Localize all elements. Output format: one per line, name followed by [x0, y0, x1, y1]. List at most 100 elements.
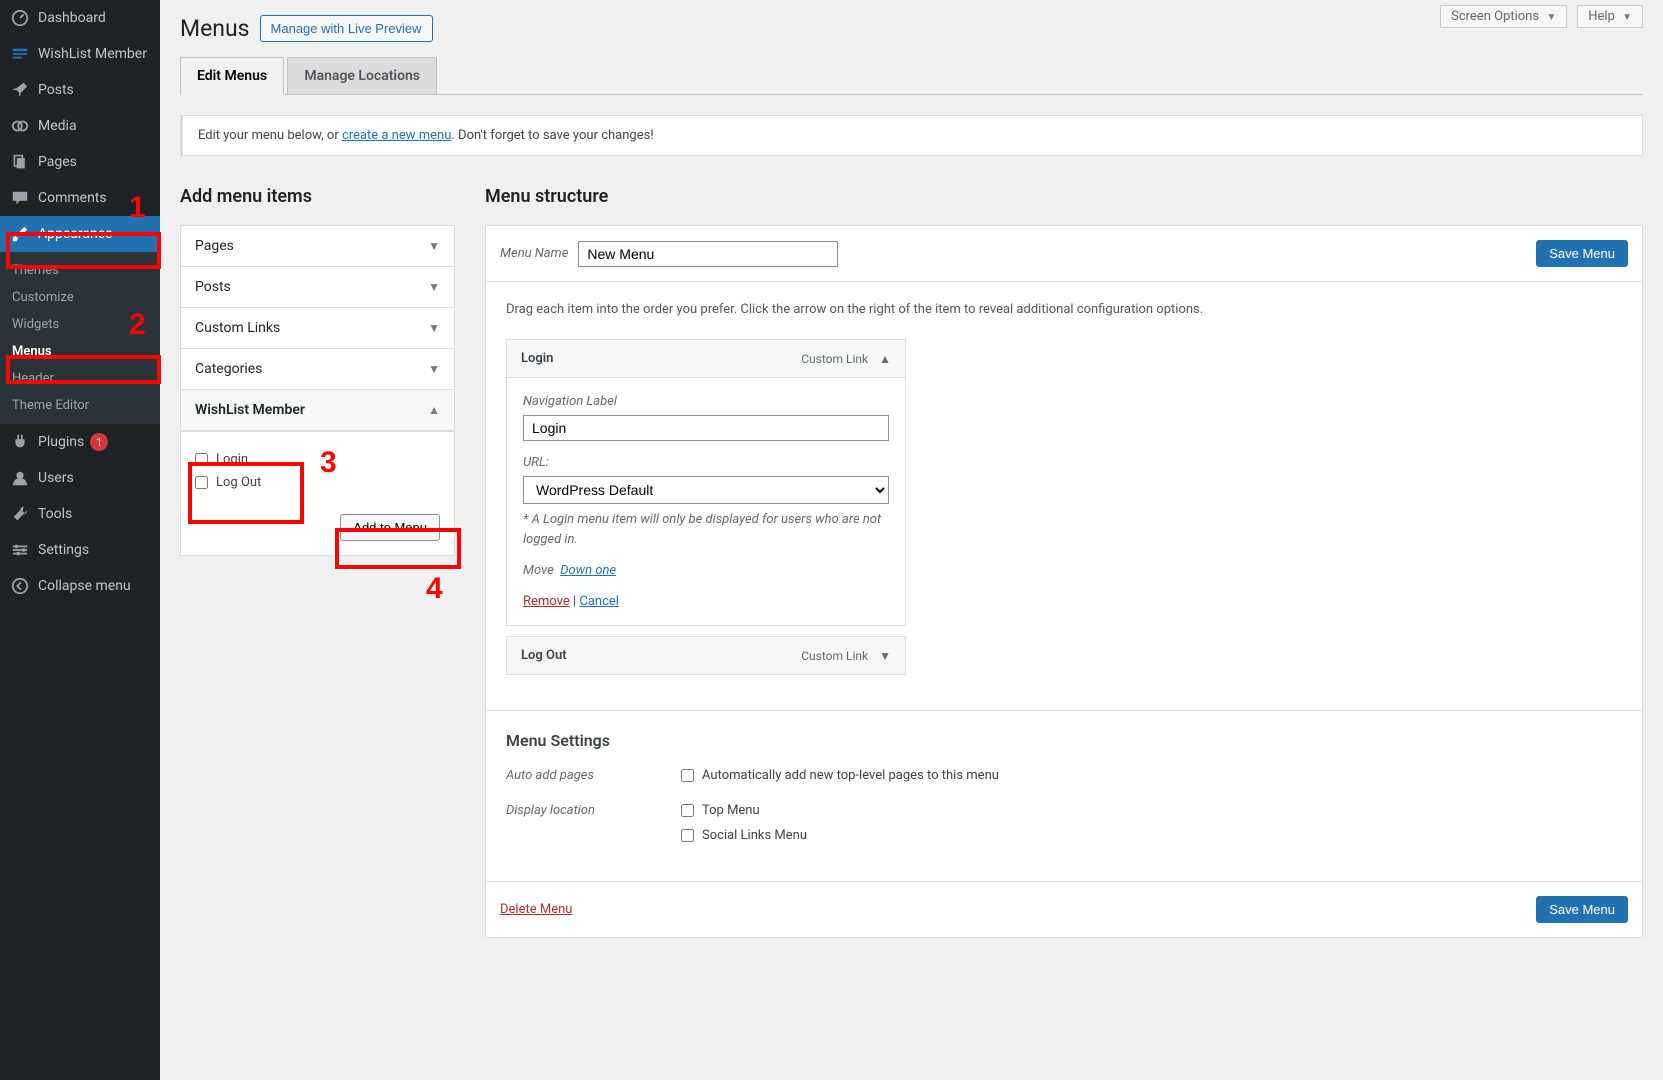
help-toggle[interactable]: Help ▼ [1577, 5, 1643, 28]
caret-down-icon: ▼ [1546, 12, 1556, 23]
create-new-menu-link[interactable]: create a new menu [342, 128, 451, 143]
sidebar-label: Tools [38, 506, 72, 522]
menu-name-input[interactable] [578, 241, 838, 267]
sidebar-label: Users [38, 470, 74, 486]
move-label: Move [523, 563, 554, 578]
sidebar-item-tools[interactable]: Tools [0, 496, 160, 532]
screen-options-toggle[interactable]: Screen Options ▼ [1440, 5, 1567, 28]
settings-icon [10, 540, 30, 560]
sidebar-item-comments[interactable]: Comments [0, 180, 160, 216]
sub-header[interactable]: Header [0, 365, 160, 392]
menu-item-title: Log Out [521, 648, 567, 663]
tab-manage-locations[interactable]: Manage Locations [287, 57, 437, 95]
caret-down-icon: ▼ [428, 321, 440, 335]
pages-icon [10, 152, 30, 172]
sidebar-item-posts[interactable]: Posts [0, 72, 160, 108]
wishlist-icon [10, 44, 30, 64]
sub-menus[interactable]: Menus [0, 338, 160, 365]
acc-label: Categories [195, 361, 262, 377]
tab-edit-menus[interactable]: Edit Menus [180, 57, 284, 95]
logout-checkbox[interactable] [195, 476, 208, 489]
display-loc-social[interactable]: Social Links Menu [681, 826, 807, 851]
menu-structure-column: Menu structure Menu Name Save Menu Drag … [485, 186, 1643, 938]
sidebar-item-collapse[interactable]: Collapse menu [0, 568, 160, 604]
nav-label-caption: Navigation Label [523, 394, 889, 409]
login-checkbox[interactable] [195, 453, 208, 466]
wlm-option-label: Log Out [216, 475, 261, 490]
auto-add-checkbox[interactable] [681, 769, 694, 782]
display-loc-top[interactable]: Top Menu [681, 801, 807, 826]
save-menu-button[interactable]: Save Menu [1536, 240, 1628, 267]
auto-add-option[interactable]: Automatically add new top-level pages to… [681, 766, 999, 791]
menu-item-login: Login Custom Link ▲ Navigation Label URL… [506, 339, 906, 626]
help-label: Help [1588, 9, 1615, 24]
menu-item-settings: Navigation Label URL: WordPress Default … [506, 378, 906, 626]
cancel-link[interactable]: Cancel [579, 594, 619, 609]
media-icon [10, 116, 30, 136]
top-menu-checkbox[interactable] [681, 804, 694, 817]
menu-item-bar[interactable]: Log Out Custom Link ▼ [506, 636, 906, 675]
sub-theme-editor[interactable]: Theme Editor [0, 392, 160, 419]
sidebar-label: WishList Member [38, 46, 147, 62]
menu-item-type: Custom Link [801, 352, 868, 366]
nav-tabs: Edit Menus Manage Locations [180, 57, 1643, 95]
wlm-option-logout[interactable]: Log Out [195, 471, 440, 494]
auto-add-label: Auto add pages [506, 766, 681, 791]
save-menu-button-footer[interactable]: Save Menu [1536, 896, 1628, 923]
sub-widgets[interactable]: Widgets [0, 311, 160, 338]
social-menu-checkbox[interactable] [681, 829, 694, 842]
caret-down-icon: ▼ [428, 280, 440, 294]
sidebar-item-wishlist[interactable]: WishList Member [0, 36, 160, 72]
sidebar-item-settings[interactable]: Settings [0, 532, 160, 568]
sub-themes[interactable]: Themes [0, 257, 160, 284]
nav-label-input[interactable] [523, 415, 889, 441]
sidebar-item-appearance[interactable]: Appearance [0, 216, 160, 252]
caret-down-icon: ▼ [428, 239, 440, 253]
caret-up-icon: ▲ [428, 403, 440, 417]
page-title: Menus [180, 15, 250, 42]
menu-item-type: Custom Link [801, 649, 868, 663]
menu-item-logout: Log Out Custom Link ▼ [506, 636, 906, 675]
notice-bar: Edit your menu below, or create a new me… [180, 115, 1643, 156]
sidebar-label: Comments [38, 190, 107, 206]
caret-down-icon: ▼ [428, 362, 440, 376]
wlm-option-label: Login [216, 452, 248, 467]
remove-link[interactable]: Remove [523, 594, 570, 609]
appearance-submenu: Themes Customize Widgets Menus Header Th… [0, 252, 160, 424]
pushpin-icon [10, 80, 30, 100]
display-loc-option-label: Top Menu [702, 803, 760, 818]
delete-menu-link[interactable]: Delete Menu [500, 902, 572, 917]
sidebar-label: Media [38, 118, 77, 134]
sidebar-item-dashboard[interactable]: Dashboard [0, 0, 160, 36]
menu-edit-body: Drag each item into the order you prefer… [486, 282, 1642, 710]
acc-wishlist-member[interactable]: WishList Member ▲ [181, 390, 454, 431]
url-select[interactable]: WordPress Default [523, 476, 889, 504]
acc-categories[interactable]: Categories ▼ [181, 349, 454, 390]
sidebar-label: Plugins [38, 434, 84, 450]
sidebar-item-plugins[interactable]: Plugins 1 [0, 424, 160, 460]
admin-sidebar: Dashboard WishList Member Posts Media Pa… [0, 0, 160, 1080]
add-to-menu-button[interactable]: Add to Menu [340, 514, 440, 541]
manage-live-preview-button[interactable]: Manage with Live Preview [260, 15, 433, 42]
menu-settings-heading: Menu Settings [506, 731, 1622, 750]
acc-label: Pages [195, 238, 234, 254]
sidebar-item-users[interactable]: Users [0, 460, 160, 496]
menu-item-bar[interactable]: Login Custom Link ▲ [506, 339, 906, 378]
acc-label: WishList Member [195, 402, 305, 418]
sub-customize[interactable]: Customize [0, 284, 160, 311]
acc-label: Posts [195, 279, 231, 295]
menu-item-title: Login [521, 351, 553, 366]
sidebar-label: Dashboard [38, 10, 106, 26]
wlm-option-login[interactable]: Login [195, 448, 440, 471]
notice-text: . Don't forget to save your changes! [451, 128, 653, 143]
acc-posts[interactable]: Posts ▼ [181, 267, 454, 308]
acc-pages[interactable]: Pages ▼ [181, 226, 454, 267]
top-right-toggles: Screen Options ▼ Help ▼ [1440, 5, 1643, 28]
acc-custom-links[interactable]: Custom Links ▼ [181, 308, 454, 349]
display-loc-option-label: Social Links Menu [702, 828, 807, 843]
move-down-link[interactable]: Down one [560, 563, 616, 578]
page-header: Menus Manage with Live Preview [180, 0, 1643, 42]
comments-icon [10, 188, 30, 208]
sidebar-item-media[interactable]: Media [0, 108, 160, 144]
sidebar-item-pages[interactable]: Pages [0, 144, 160, 180]
